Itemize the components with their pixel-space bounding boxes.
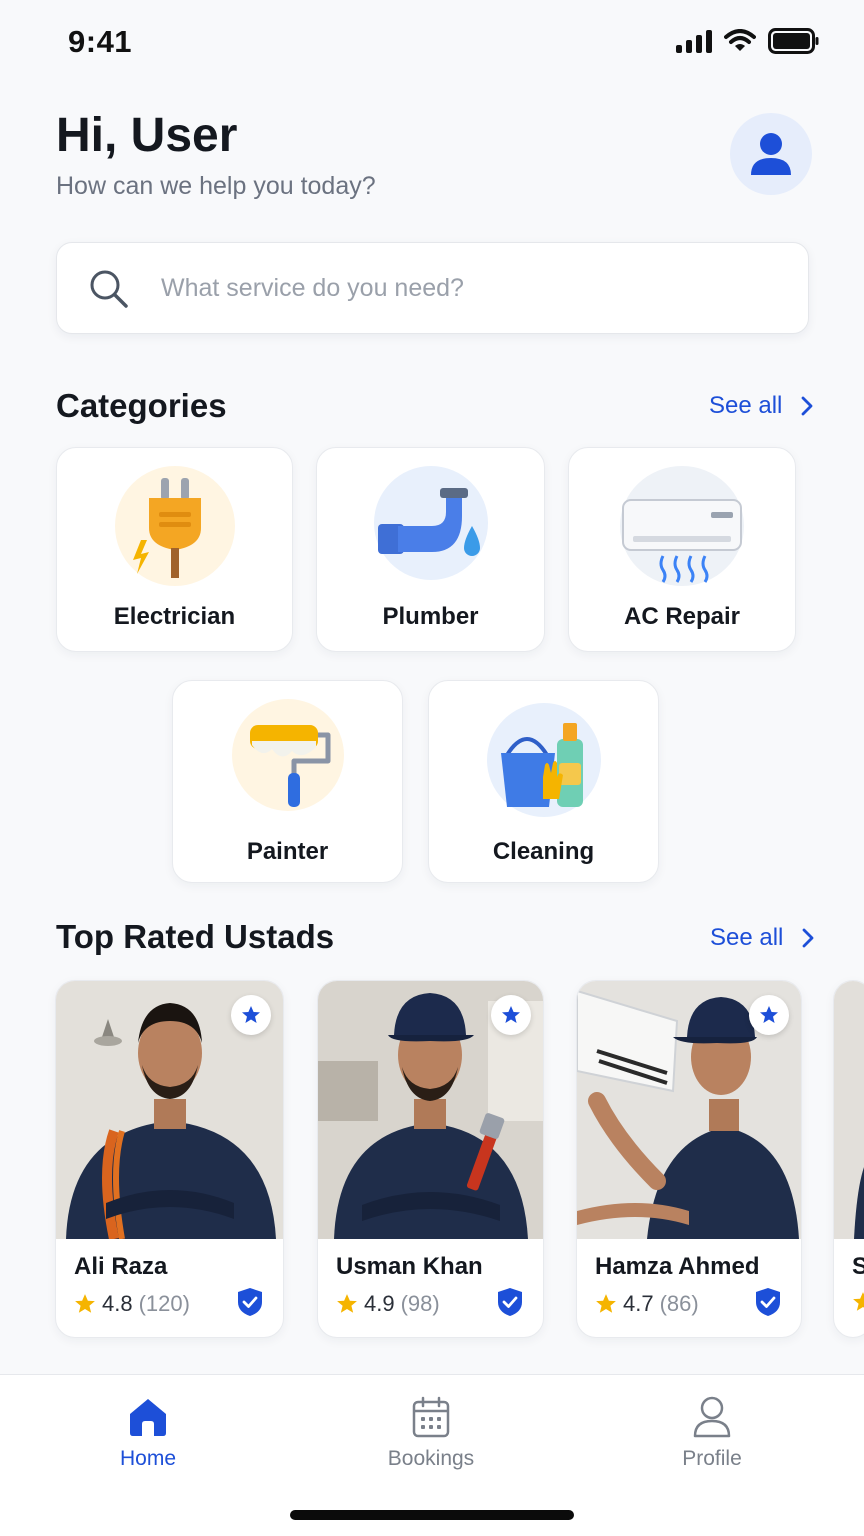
see-all-label: See all	[709, 392, 783, 419]
plug-icon	[114, 466, 235, 586]
review-count: (98)	[400, 1291, 440, 1316]
verified-shield-icon	[756, 1288, 780, 1316]
greeting-subtitle: How can we help you today?	[56, 172, 376, 200]
rating-value: 4.9	[364, 1291, 395, 1316]
top-rated-see-all-link[interactable]: See all	[710, 924, 815, 952]
cleaning-bucket-icon	[486, 703, 601, 817]
category-label: Electrician	[113, 603, 236, 630]
ustad-card[interactable]: S	[833, 980, 864, 1338]
user-icon	[693, 1396, 731, 1438]
category-plumber[interactable]: Plumber	[316, 447, 545, 652]
home-indicator	[290, 1510, 574, 1520]
battery-icon	[768, 28, 819, 54]
star-icon	[760, 1006, 778, 1023]
star-icon	[337, 1294, 357, 1313]
nav-home[interactable]: Home	[68, 1395, 228, 1471]
category-painter[interactable]: Painter	[172, 680, 403, 883]
ustad-rating: 4.9 (98)	[336, 1291, 440, 1317]
category-label: Cleaning	[492, 838, 595, 865]
review-count: (86)	[659, 1291, 699, 1316]
categories-see-all-link[interactable]: See all	[709, 392, 814, 420]
ustad-photo	[577, 981, 801, 1239]
nav-label: Bookings	[387, 1447, 475, 1470]
category-label: AC Repair	[623, 603, 741, 630]
search-input[interactable]	[161, 243, 781, 333]
wifi-icon	[724, 29, 756, 51]
nav-label: Profile	[682, 1447, 742, 1470]
verified-shield-icon	[238, 1288, 262, 1316]
category-label: Plumber	[382, 603, 479, 630]
ustad-card[interactable]: Hamza Ahmed 4.7 (86)	[576, 980, 802, 1338]
paint-roller-icon	[231, 699, 344, 811]
air-conditioner-icon	[620, 466, 744, 586]
status-icons	[676, 28, 820, 54]
ustad-name: Ali Raza	[74, 1253, 168, 1280]
star-icon	[502, 1006, 520, 1023]
signal-icon	[676, 29, 712, 53]
ustad-photo	[834, 981, 864, 1239]
home-icon	[130, 1399, 166, 1436]
verified-shield-icon	[498, 1288, 522, 1316]
see-all-label: See all	[710, 924, 784, 951]
status-bar: 9:41	[0, 0, 864, 84]
top-rated-title: Top Rated Ustads	[56, 918, 335, 955]
review-count: (120)	[138, 1291, 190, 1316]
user-icon	[751, 133, 791, 175]
star-icon	[853, 1292, 864, 1311]
status-time: 9:41	[68, 24, 133, 59]
ustad-card[interactable]: Usman Khan 4.9 (98)	[317, 980, 544, 1338]
ustad-name: S	[852, 1253, 864, 1281]
ustad-name: Usman Khan	[336, 1253, 483, 1280]
ustad-photo	[318, 981, 543, 1239]
chevron-right-icon	[802, 928, 814, 948]
search-icon	[90, 270, 128, 308]
favorite-badge[interactable]	[231, 995, 271, 1035]
category-ac-repair[interactable]: AC Repair	[568, 447, 796, 652]
star-icon	[596, 1294, 616, 1313]
calendar-icon	[412, 1396, 450, 1438]
star-icon	[75, 1294, 95, 1313]
rating-value: 4.8	[102, 1291, 133, 1316]
ustad-card[interactable]: Ali Raza 4.8 (120)	[55, 980, 284, 1338]
nav-bookings[interactable]: Bookings	[351, 1395, 511, 1471]
ustad-rating	[852, 1291, 864, 1313]
pipe-icon	[373, 466, 488, 580]
ustad-name: Hamza Ahmed	[595, 1253, 760, 1280]
category-label: Painter	[246, 838, 329, 865]
profile-avatar-button[interactable]	[730, 113, 812, 195]
ustad-photo	[56, 981, 283, 1239]
star-icon	[242, 1006, 260, 1023]
categories-title: Categories	[56, 387, 227, 424]
chevron-right-icon	[801, 396, 813, 416]
category-electrician[interactable]: Electrician	[56, 447, 293, 652]
greeting-title: Hi, User	[56, 109, 238, 162]
search-bar[interactable]	[56, 242, 809, 334]
favorite-badge[interactable]	[749, 995, 789, 1035]
ustad-rating: 4.7 (86)	[595, 1291, 699, 1317]
nav-label: Home	[119, 1447, 177, 1470]
ustad-rating: 4.8 (120)	[74, 1291, 190, 1317]
rating-value: 4.7	[623, 1291, 654, 1316]
favorite-badge[interactable]	[491, 995, 531, 1035]
nav-profile[interactable]: Profile	[632, 1395, 792, 1471]
category-cleaning[interactable]: Cleaning	[428, 680, 659, 883]
